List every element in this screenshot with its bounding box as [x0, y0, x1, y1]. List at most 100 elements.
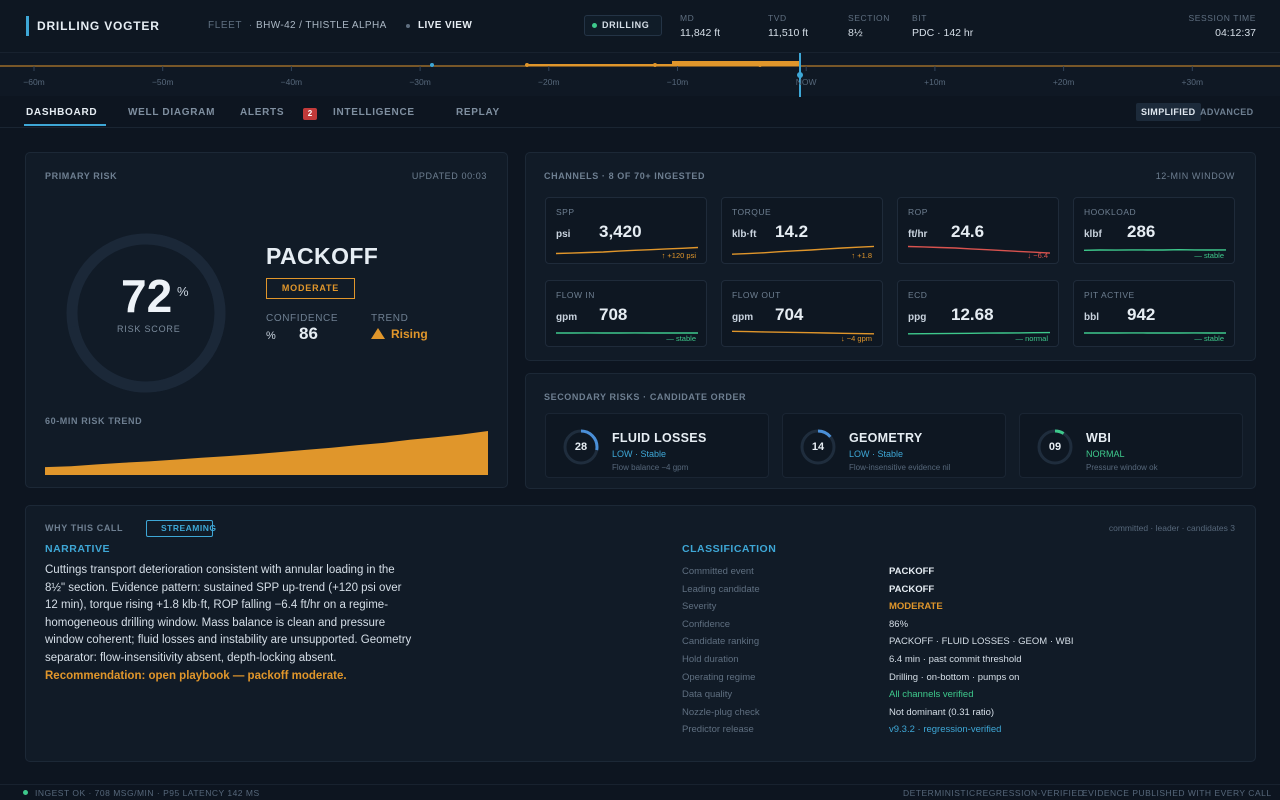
event-marker[interactable] [525, 63, 529, 67]
why-this-call-panel: WHY THIS CALL STREAMING committed · lead… [25, 505, 1256, 762]
stat-value: 11,842 ft [680, 27, 721, 39]
secondary-risk-name: WBI [1086, 431, 1112, 445]
classification-value: Not dominant (0.31 ratio) [889, 706, 995, 718]
live-view-toggle[interactable]: LIVE VIEW [406, 20, 472, 31]
channel-unit: gpm [732, 312, 754, 323]
classification-key: Candidate ranking [682, 636, 760, 648]
secondary-risk-geometry[interactable]: 14 GEOMETRY LOW · Stable Flow-insensitive e… [782, 413, 1006, 478]
ingest-status: INGEST OK · 708 MSG/MIN · P95 LATENCY 14… [35, 788, 260, 798]
risk-trend-area [45, 431, 488, 475]
classification-key: Nozzle-plug check [682, 706, 760, 718]
mode-advanced-button[interactable]: ADVANCED [1195, 103, 1259, 121]
event-marker[interactable] [430, 63, 434, 67]
timeline-scrubber[interactable]: −60m −50m −40m −30m −20m −10m NOW +10m +20m +30m [0, 52, 1280, 97]
classification-key: Committed event [682, 566, 754, 577]
ingest-status-icon [23, 790, 28, 795]
channel-value: 12.68 [951, 305, 994, 324]
secondary-score: 09 [1048, 441, 1062, 453]
channel-unit: ppg [908, 312, 927, 323]
triangle-up-icon [371, 328, 385, 339]
primary-risk-name: PACKOFF [266, 243, 379, 269]
stat-value: PDC · 142 hr [912, 27, 974, 39]
tab-replay[interactable]: REPLAY [456, 107, 500, 118]
stat-label: MD [680, 13, 695, 23]
risk-trend-chart [45, 431, 488, 475]
channel-card-flow-in[interactable]: FLOW IN gpm 708 — stable [545, 280, 707, 347]
mode-simplified-button[interactable]: SIMPLIFIED [1136, 103, 1201, 121]
secondary-risk-fluid-losses[interactable]: 28 FLUID LOSSES LOW · Stable Flow balance −… [545, 413, 769, 478]
channel-card-ecd[interactable]: ECD ppg 12.68 — normal [897, 280, 1059, 347]
stat-value: 11,510 ft [768, 27, 809, 39]
channel-note: ↑ +1.8 [851, 251, 872, 260]
state-dot-icon [592, 23, 597, 28]
channel-value: 3,420 [599, 222, 642, 241]
confidence-unit: % [266, 330, 276, 342]
narrative-title: NARRATIVE [45, 543, 110, 555]
classification-value: PACKOFF · FLUID LOSSES · GEOM · WBI [889, 636, 1074, 648]
rig-name[interactable]: BHW-42 / THISTLE ALPHA [256, 20, 387, 31]
timeline-tick-label: NOW [795, 77, 817, 87]
timeline-tick-label: −40m [280, 77, 303, 87]
stat-tvd: TVD 11,510 ft [768, 13, 808, 39]
main-nav: DASHBOARD WELL DIAGRAM ALERTS INTELLIGEN… [0, 96, 1280, 128]
channel-unit: psi [556, 229, 571, 240]
trend-label: TREND [371, 313, 409, 324]
channel-note: — normal [1015, 334, 1048, 343]
stat-label: SECTION [848, 13, 890, 23]
channel-note: — stable [1194, 251, 1224, 260]
channel-card-flow-out[interactable]: FLOW OUT gpm 704 ↓ −4 gpm [721, 280, 883, 347]
timeline-tick-label: −60m [23, 77, 45, 87]
secondary-status: LOW · Stable [612, 449, 667, 459]
updated-label: UPDATED 00:03 [411, 171, 487, 181]
risk-score-unit: % [177, 284, 189, 299]
classification-value: MODERATE [889, 601, 943, 613]
session-label: SESSION TIME [1188, 13, 1256, 23]
narrative-body: Cuttings transport deterioration consist… [45, 564, 412, 664]
event-band [528, 64, 672, 66]
channel-unit: bbl [1084, 312, 1099, 323]
risk-score-label: RISK SCORE [117, 324, 181, 334]
classification-title: CLASSIFICATION [682, 543, 777, 555]
confidence-value: 86 [299, 324, 318, 343]
channel-unit: gpm [556, 312, 578, 323]
stat-bit: BIT PDC · 142 hr [912, 13, 973, 39]
top-bar: DRILLING VOGTER FLEET · BHW-42 / THISTLE… [0, 0, 1280, 52]
footer-tag: REGRESSION-VERIFIED [976, 788, 1085, 798]
classification-key: Hold duration [682, 654, 739, 665]
channel-name: SPP [556, 207, 575, 217]
classification-key: Operating regime [682, 671, 756, 683]
event-band [672, 61, 800, 66]
active-tab-indicator [24, 124, 106, 126]
event-marker[interactable] [653, 63, 657, 67]
classification-key: Data quality [682, 689, 733, 701]
channel-card-torque[interactable]: TORQUE klb·ft 14.2 ↑ +1.8 [721, 197, 883, 264]
tab-intelligence[interactable]: INTELLIGENCE [333, 107, 415, 118]
secondary-status: NORMAL [1086, 449, 1125, 459]
tab-dashboard[interactable]: DASHBOARD [26, 107, 97, 118]
stat-md: MD 11,842 ft [680, 13, 720, 39]
channel-card-pit-active[interactable]: PIT ACTIVE bbl 942 — stable [1073, 280, 1235, 347]
channel-card-rop[interactable]: ROP ft/hr 24.6 ↓ −6.4 [897, 197, 1059, 264]
recommendation-link[interactable]: Recommendation: open playbook — packoff … [45, 670, 347, 682]
session-value: 04:12:37 [1215, 27, 1256, 39]
channels-panel: CHANNELS · 8 OF 70+ INGESTED 12-MIN WIND… [525, 152, 1256, 361]
secondary-risk-wbi[interactable]: 09 WBI NORMAL Pressure window ok [1019, 413, 1243, 478]
secondary-risks-panel: SECONDARY RISKS · CANDIDATE ORDER 28 FLUI… [525, 373, 1256, 489]
tab-alerts[interactable]: ALERTS [240, 107, 284, 118]
secondary-status: LOW · Stable [849, 449, 904, 459]
timeline-tick-label: −10m [666, 77, 689, 87]
channel-card-hookload[interactable]: HOOKLOAD klbf 286 — stable [1073, 197, 1235, 264]
tab-well-diagram[interactable]: WELL DIAGRAM [128, 107, 215, 118]
secondary-risk-name: FLUID LOSSES [612, 431, 707, 445]
timeline-tick-label: −30m [409, 77, 431, 87]
timeline-tick-label: −50m [151, 77, 174, 87]
channel-value: 286 [1127, 222, 1156, 241]
classification-value: PACKOFF [889, 566, 935, 577]
timeline-track[interactable] [0, 53, 1280, 97]
event-marker[interactable] [758, 63, 762, 67]
channel-name: FLOW OUT [732, 290, 781, 300]
stat-section: SECTION 8½ [848, 13, 890, 39]
channel-card-spp[interactable]: SPP psi 3,420 ↑ +120 psi [545, 197, 707, 264]
channel-note: — stable [666, 334, 696, 343]
secondary-score: 28 [574, 441, 588, 453]
